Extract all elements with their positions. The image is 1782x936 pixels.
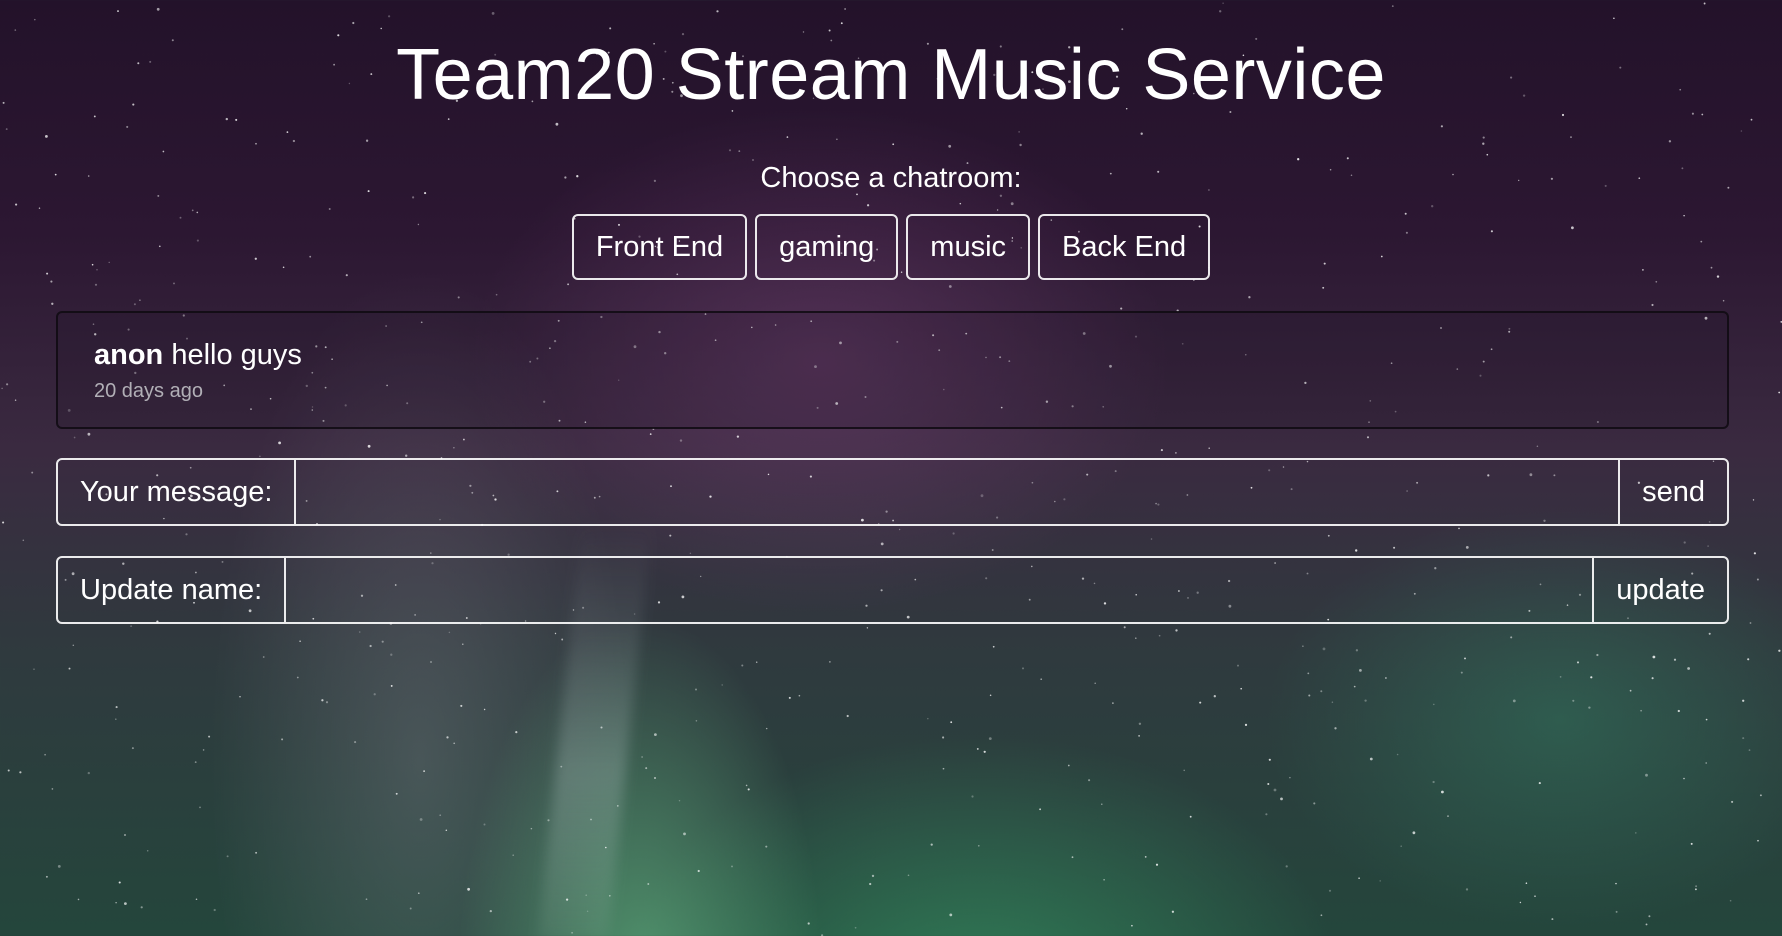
- message-timestamp: 20 days ago: [94, 380, 203, 402]
- room-button-music[interactable]: music: [906, 214, 1031, 280]
- update-button[interactable]: update: [1592, 558, 1727, 622]
- name-input[interactable]: [286, 558, 1593, 622]
- page-content: Team20 Stream Music Service Choose a cha…: [0, 0, 1782, 936]
- update-name-form: Update name: update: [56, 556, 1729, 624]
- page-title: Team20 Stream Music Service: [396, 35, 1386, 115]
- chat-message: anon hello guys 20 days ago: [94, 339, 302, 403]
- chat-messages-panel[interactable]: anon hello guys 20 days ago: [56, 311, 1729, 429]
- message-label: Your message:: [58, 460, 297, 524]
- message-author: anon: [94, 339, 164, 371]
- message-text: hello guys: [171, 339, 302, 371]
- message-input[interactable]: [296, 460, 1619, 524]
- update-name-label: Update name:: [58, 558, 287, 622]
- send-button[interactable]: send: [1618, 460, 1727, 524]
- chatroom-selector: Front End gaming music Back End: [0, 214, 1782, 280]
- chatroom-prompt: Choose a chatroom:: [760, 162, 1022, 194]
- room-button-front-end[interactable]: Front End: [571, 214, 748, 280]
- room-button-gaming[interactable]: gaming: [755, 214, 899, 280]
- message-form: Your message: send: [56, 458, 1729, 526]
- message-line: anon hello guys: [94, 339, 302, 372]
- room-button-back-end[interactable]: Back End: [1038, 214, 1211, 280]
